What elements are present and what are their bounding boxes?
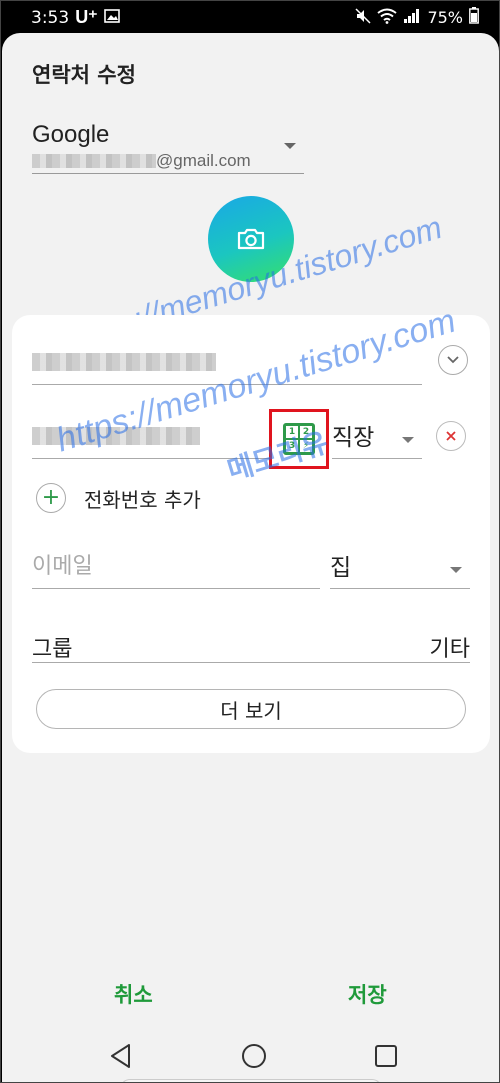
phone-type-label: 직장 — [332, 425, 375, 451]
save-button[interactable]: 저장 — [348, 979, 387, 1009]
photo-button[interactable] — [208, 196, 294, 282]
speed-dial-icon: 1 2 3 ⚡ — [283, 423, 315, 455]
phone-input[interactable] — [32, 411, 270, 459]
account-email-suffix: @gmail.com — [156, 151, 251, 170]
cancel-button[interactable]: 취소 — [114, 979, 153, 1009]
edit-contact-screen: 연락처 수정 Google @gmail.com https://memoryu… — [2, 33, 499, 1082]
navigation-bar — [2, 1037, 499, 1082]
recent-apps-icon[interactable] — [375, 1045, 397, 1067]
status-bar: 3:53 U⁺ 75% — [1, 1, 499, 33]
account-selector[interactable]: Google @gmail.com — [32, 121, 304, 174]
signal-icon — [403, 8, 421, 28]
speed-dial-highlight[interactable]: 1 2 3 ⚡ — [269, 409, 329, 469]
add-phone-label: 전화번호 추가 — [84, 487, 201, 512]
redacted-phone — [32, 427, 200, 445]
email-placeholder: 이메일 — [32, 554, 93, 579]
battery-icon — [469, 7, 479, 28]
plus-icon: + — [36, 483, 66, 513]
email-type-label: 집 — [330, 555, 352, 581]
account-email: @gmail.com — [32, 151, 304, 171]
speed-dial-digit: ⚡ — [299, 439, 313, 453]
carrier-label: U⁺ — [75, 7, 98, 27]
home-icon[interactable] — [242, 1044, 266, 1068]
account-dropdown-arrow-icon[interactable] — [284, 143, 296, 149]
bottom-actions: 취소 저장 — [2, 979, 499, 1009]
redacted-email-user — [32, 154, 156, 168]
group-label: 그룹 — [32, 637, 73, 662]
back-icon[interactable] — [109, 1043, 133, 1073]
page-title: 연락처 수정 — [32, 63, 136, 87]
email-type-dropdown-arrow-icon[interactable] — [450, 567, 462, 573]
chevron-down-icon — [447, 356, 459, 364]
image-icon — [103, 8, 120, 28]
mute-icon — [355, 7, 371, 28]
delete-phone-button[interactable] — [436, 421, 466, 451]
phone-type-dropdown-arrow-icon[interactable] — [402, 437, 414, 443]
contact-form-card: 1 2 3 ⚡ 직장 + 전화번호 추가 이메일 집 그룹 기타 더 보기 — [12, 315, 490, 753]
redacted-name — [32, 353, 216, 371]
name-input[interactable] — [32, 337, 422, 385]
battery-percent: 75% — [427, 8, 463, 27]
camera-icon — [237, 228, 265, 250]
close-icon — [446, 431, 456, 441]
speed-dial-digit: 1 — [285, 425, 299, 439]
account-name: Google — [32, 121, 110, 148]
status-right: 75% — [355, 7, 479, 28]
more-button[interactable]: 더 보기 — [36, 689, 466, 729]
speed-dial-digit: 3 — [285, 439, 299, 453]
expand-name-button[interactable] — [438, 345, 468, 375]
speed-dial-digit: 2 — [299, 425, 313, 439]
add-phone-button[interactable]: + 전화번호 추가 — [36, 483, 201, 513]
status-time: 3:53 — [31, 7, 70, 28]
group-value: 기타 — [429, 637, 470, 662]
group-selector[interactable] — [32, 615, 470, 663]
status-left: 3:53 U⁺ — [31, 7, 120, 28]
wifi-icon — [377, 8, 398, 28]
device-frame: 3:53 U⁺ 75% 연락처 수정 Google @gmail.com htt… — [0, 0, 500, 1083]
gesture-handle[interactable] — [120, 1079, 382, 1082]
